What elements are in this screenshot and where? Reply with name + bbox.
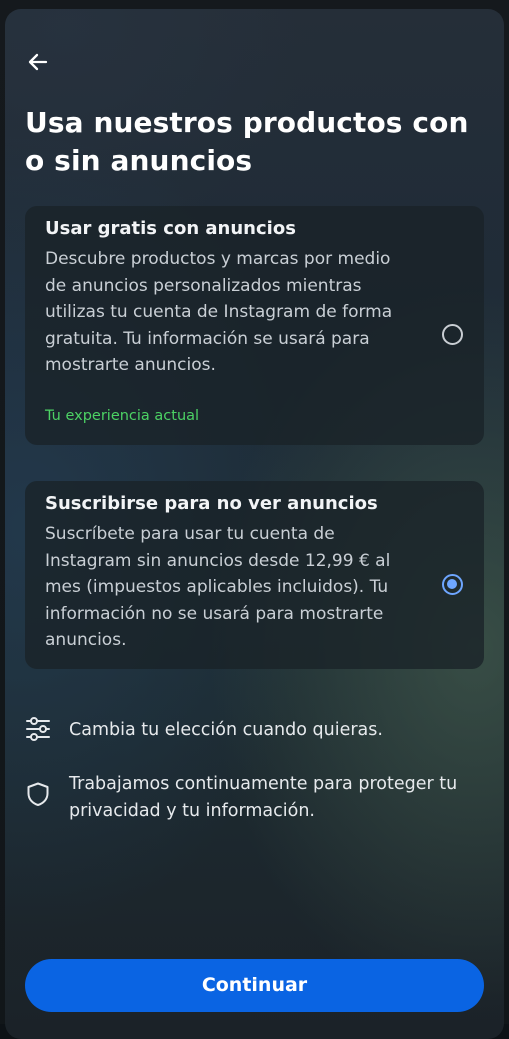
current-experience-label: Tu experiencia actual <box>45 408 200 424</box>
radio-selected-dot <box>447 579 457 589</box>
option-title: Suscribirse para no ver anuncios <box>45 493 378 514</box>
page-title: Usa nuestros productos con o sin anuncio… <box>25 106 469 177</box>
ad-choice-sheet: Usa nuestros productos con o sin anuncio… <box>5 9 504 1039</box>
screen-background: Usa nuestros productos con o sin anuncio… <box>0 0 509 1039</box>
option-description: Descubre productos y marcas por medio de… <box>45 249 393 375</box>
option-description: Suscríbete para usar tu cuenta de Instag… <box>45 524 391 650</box>
shield-icon <box>27 782 49 806</box>
sliders-icon <box>26 717 50 741</box>
option-subscribe-no-ads[interactable]: Suscribirse para no ver anuncios Suscríb… <box>25 481 484 669</box>
option-free-with-ads[interactable]: Usar gratis con anuncios Descubre produc… <box>25 206 484 445</box>
info-text: Cambia tu elección cuando quieras. <box>69 720 383 740</box>
option-title: Usar gratis con anuncios <box>45 218 296 239</box>
info-text: Trabajamos continuamente para proteger t… <box>69 774 458 821</box>
radio-free-with-ads[interactable] <box>442 324 463 345</box>
back-button[interactable] <box>25 49 51 75</box>
arrow-left-icon <box>28 53 48 71</box>
radio-subscribe-no-ads[interactable] <box>442 574 463 595</box>
continue-button[interactable]: Continuar <box>25 959 484 1012</box>
